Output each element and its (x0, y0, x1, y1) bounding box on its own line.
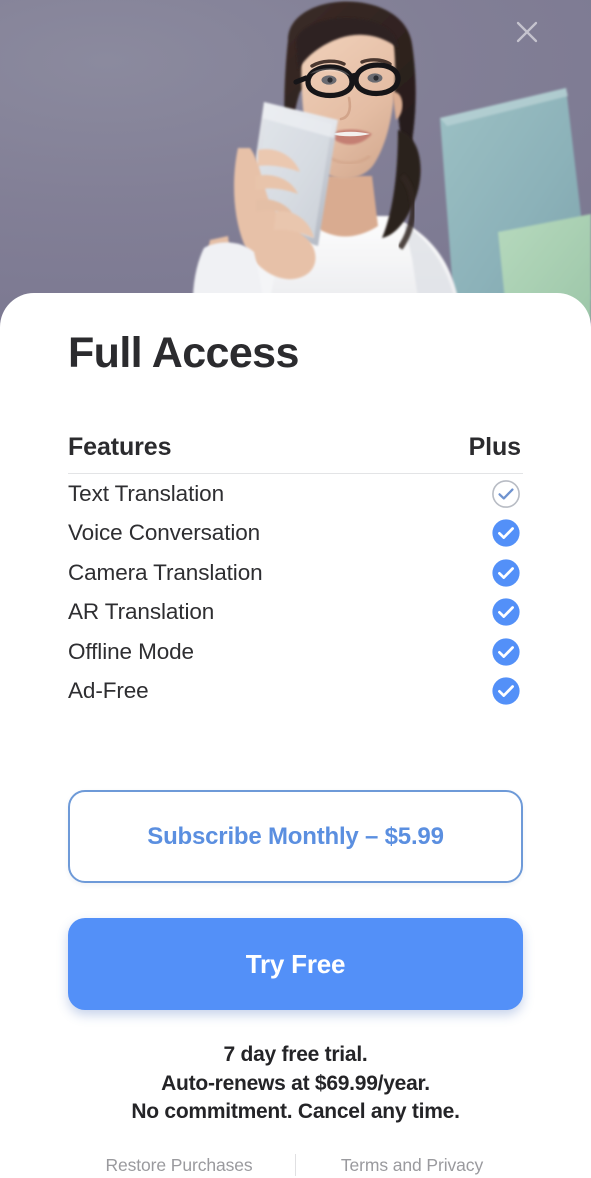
plus-cell (489, 676, 523, 706)
check-circle-outline-icon (492, 479, 520, 508)
trial-disclaimer: 7 day free trial. Auto-renews at $69.99/… (0, 1041, 591, 1127)
plus-cell (489, 479, 523, 509)
feature-label: Text Translation (68, 480, 224, 506)
try-free-button[interactable]: Try Free (68, 918, 523, 1010)
table-row: Camera Translation (68, 553, 523, 593)
table-row: AR Translation (68, 593, 523, 633)
footer-links: Restore Purchases Terms and Privacy (0, 1148, 591, 1178)
plus-cell (489, 597, 523, 627)
terms-and-privacy-link[interactable]: Terms and Privacy (296, 1155, 528, 1176)
table-row: Voice Conversation (68, 514, 523, 554)
feature-label: Ad-Free (68, 678, 149, 704)
check-circle-filled-icon (492, 677, 520, 705)
table-row: Text Translation (68, 474, 523, 514)
disclaimer-line-1: 7 day free trial. (223, 1043, 368, 1066)
paywall-screen: Full Access Features Plus Text Translati… (0, 0, 591, 1178)
check-circle-filled-icon (492, 519, 520, 547)
restore-purchases-link[interactable]: Restore Purchases (63, 1155, 295, 1176)
subscribe-monthly-button[interactable]: Subscribe Monthly – $5.99 (68, 790, 523, 883)
table-row: Ad-Free (68, 672, 523, 712)
subscribe-monthly-label: Subscribe Monthly – $5.99 (147, 822, 444, 850)
feature-label: Camera Translation (68, 559, 263, 585)
table-header-row: Features Plus (68, 433, 523, 474)
page-title: Full Access (68, 329, 299, 377)
table-row: Offline Mode (68, 632, 523, 672)
feature-label: Offline Mode (68, 638, 194, 664)
hero-illustration (192, 1, 591, 340)
features-table: Features Plus Text Translation Voice Con… (68, 433, 523, 711)
check-circle-filled-icon (492, 638, 520, 666)
check-circle-filled-icon (492, 598, 520, 626)
feature-label: Voice Conversation (68, 520, 261, 546)
plus-cell (489, 518, 523, 548)
column-header-features: Features (68, 433, 172, 461)
close-icon (516, 21, 538, 43)
close-button[interactable] (505, 10, 549, 54)
hero-image (0, 0, 591, 340)
disclaimer-line-2: Auto-renews at $69.99/year. (161, 1071, 430, 1095)
feature-label: AR Translation (68, 599, 215, 625)
column-header-plus: Plus (468, 433, 522, 461)
check-circle-filled-icon (492, 559, 520, 587)
plus-cell (489, 637, 523, 667)
try-free-label: Try Free (245, 948, 346, 979)
disclaimer-line-3: No commitment. Cancel any time. (131, 1100, 460, 1123)
plus-cell (489, 558, 523, 588)
paywall-card: Full Access Features Plus Text Translati… (0, 293, 591, 1178)
